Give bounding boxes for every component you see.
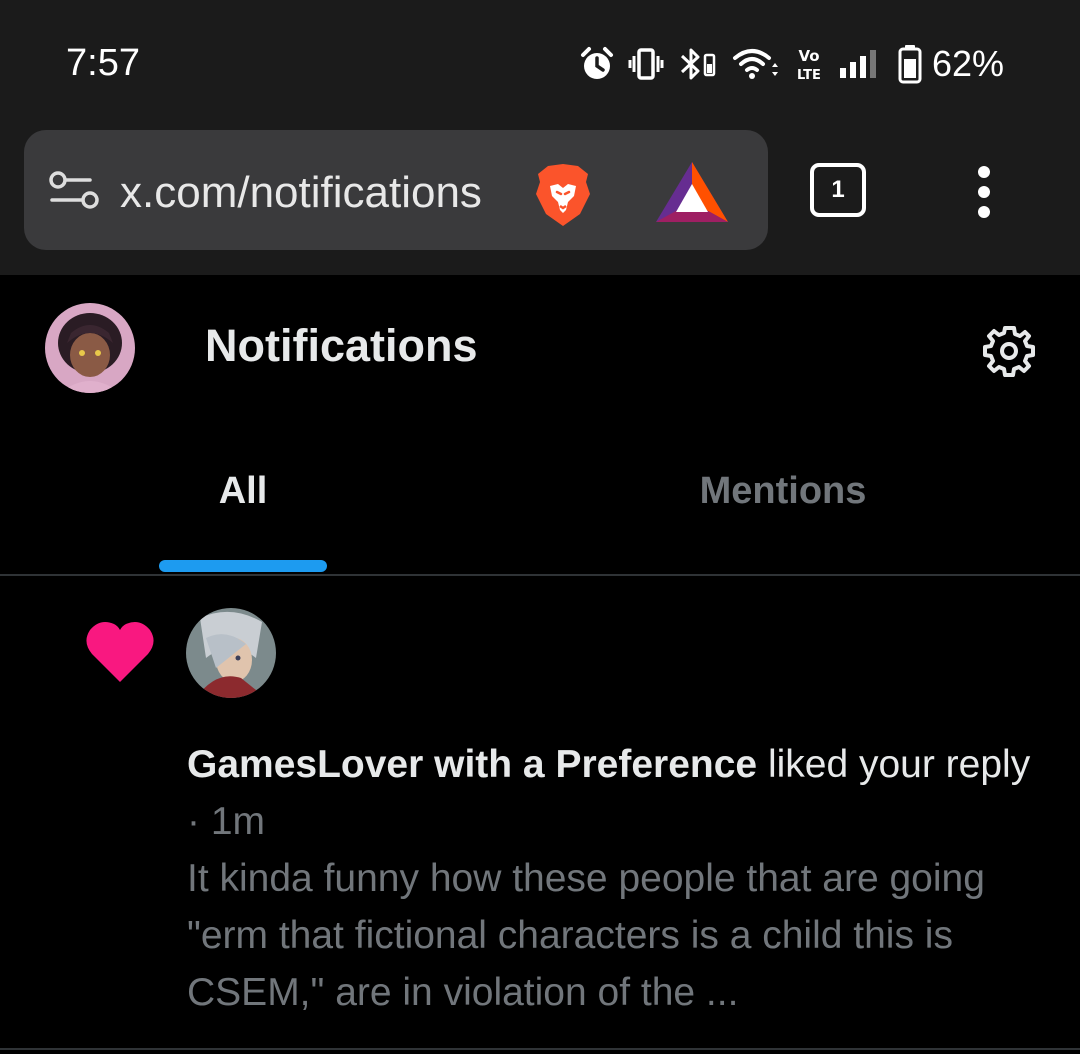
url-text[interactable]: x.com/notifications bbox=[120, 166, 524, 220]
notification-separator: · bbox=[187, 800, 200, 843]
svg-text:Vo: Vo bbox=[798, 47, 819, 65]
browser-toolbar: x.com/notifications 1 bbox=[0, 130, 1080, 275]
notification-action: liked your reply bbox=[767, 743, 1031, 786]
notification-user-name[interactable]: GamesLover with a Preference bbox=[187, 743, 757, 786]
brave-shields-icon[interactable] bbox=[528, 160, 598, 230]
bluetooth-icon bbox=[680, 48, 716, 80]
battery-icon bbox=[898, 45, 922, 84]
alarm-icon bbox=[580, 47, 613, 79]
volte-icon: Vo LTE bbox=[797, 47, 821, 83]
user-avatar-image bbox=[186, 608, 276, 698]
heart-icon bbox=[86, 622, 154, 682]
page-title: Notifications bbox=[205, 320, 478, 371]
active-tab-indicator bbox=[159, 560, 327, 572]
address-bar[interactable]: x.com/notifications bbox=[24, 130, 768, 250]
notification-time: 1m bbox=[210, 800, 266, 843]
avatar[interactable] bbox=[45, 303, 135, 393]
notification-preview[interactable]: It kinda funny how these people that are… bbox=[187, 850, 1047, 1021]
status-bar: 7:57 Vo LTE 62% bbox=[0, 0, 1080, 130]
notification-user-avatar[interactable] bbox=[186, 608, 276, 698]
status-time: 7:57 bbox=[66, 42, 140, 84]
tab-all[interactable]: All bbox=[160, 470, 326, 530]
more-menu-icon[interactable] bbox=[962, 164, 1006, 220]
status-icons: Vo LTE 62% bbox=[580, 40, 1004, 88]
avatar-image bbox=[45, 303, 135, 393]
bat-rewards-icon[interactable] bbox=[654, 160, 730, 224]
notification-divider bbox=[0, 1048, 1080, 1050]
tabs-divider bbox=[0, 574, 1080, 576]
notification-text: GamesLover with a Preference liked your … bbox=[187, 736, 1047, 850]
tab-mentions[interactable]: Mentions bbox=[650, 470, 916, 530]
settings-icon[interactable] bbox=[983, 325, 1035, 377]
battery-percent: 62% bbox=[931, 43, 1004, 84]
svg-text:LTE: LTE bbox=[797, 68, 821, 83]
signal-icon bbox=[839, 50, 876, 78]
wifi-icon bbox=[732, 49, 778, 79]
site-settings-icon[interactable] bbox=[44, 160, 104, 220]
tab-switcher-icon[interactable]: 1 bbox=[810, 163, 866, 217]
app-header bbox=[0, 275, 1080, 425]
vibrate-icon bbox=[628, 48, 664, 80]
